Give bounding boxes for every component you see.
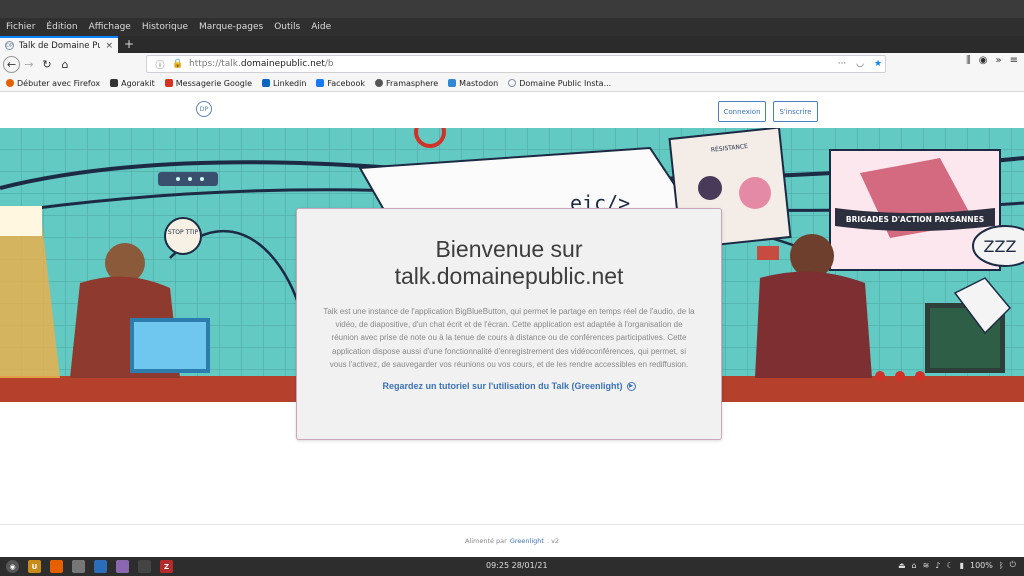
page-actions-icon[interactable]: ··· xyxy=(835,59,849,69)
signup-button[interactable]: S'inscrire xyxy=(773,101,818,122)
footer-version: . v2 xyxy=(546,537,560,545)
login-button[interactable]: Connexion xyxy=(718,101,766,122)
site-logo[interactable]: DP xyxy=(196,101,212,117)
navigation-bar: ← → ↻ ⌂ ⓘ 🔒 https://talk.domainepublic.n… xyxy=(0,53,1024,75)
play-circle-icon[interactable]: ▶ xyxy=(626,381,636,391)
bookmark-firefox[interactable]: Débuter avec Firefox xyxy=(6,79,100,88)
library-icon[interactable]: ⫼ xyxy=(966,55,971,66)
url-bar[interactable]: ⓘ 🔒 https://talk.domainepublic.net/b ···… xyxy=(146,55,886,73)
linkedin-icon xyxy=(262,79,270,87)
welcome-card: Bienvenue sur talk.domainepublic.net Tal… xyxy=(296,208,722,440)
greenlight-link[interactable]: Greenlight xyxy=(510,537,544,545)
menu-affichage[interactable]: Affichage xyxy=(89,22,131,32)
reload-icon[interactable]: ↻ xyxy=(38,55,56,73)
hamburger-menu-icon[interactable]: ≡ xyxy=(1010,55,1018,66)
bookmark-agorakit[interactable]: Agorakit xyxy=(110,79,155,88)
eject-icon[interactable]: ⏏ xyxy=(898,561,906,570)
wifi-icon[interactable]: ≋ xyxy=(923,561,930,570)
new-tab-icon[interactable]: + xyxy=(124,36,134,53)
welcome-description: Talk est une instance de l'application B… xyxy=(323,307,695,369)
zzz-bubble: ZZZ xyxy=(984,237,1017,256)
tab-title: Talk de Domaine Public xyxy=(19,40,101,51)
browser-menubar: Fichier Édition Affichage Historique Mar… xyxy=(0,18,1024,36)
volume-icon[interactable]: ♪ xyxy=(935,561,940,570)
battery-icon[interactable]: ▮ xyxy=(960,561,964,570)
account-icon[interactable]: ◉ xyxy=(979,55,988,66)
system-tray: ⏏ ⌂ ≋ ♪ ☾ ▮ 100% ᛒ ⏻ xyxy=(898,560,1016,570)
tab-bar: DP Talk de Domaine Public × + xyxy=(0,36,1024,53)
ubuntu-icon[interactable]: U xyxy=(28,560,41,573)
forward-icon[interactable]: → xyxy=(20,55,38,73)
stop-ttip-sign: STOP TTIP xyxy=(168,229,199,236)
os-top-strip xyxy=(0,0,1024,18)
system-clock[interactable]: 09:25 28/01/21 xyxy=(486,561,548,570)
site-footer: Alimenté par Greenlight . v2 xyxy=(0,524,1024,557)
home-icon[interactable]: ⌂ xyxy=(56,55,74,73)
filezilla-icon[interactable]: Z xyxy=(160,560,173,573)
battery-level: 100% xyxy=(969,560,993,570)
bookmark-gmail[interactable]: Messagerie Google xyxy=(164,79,252,88)
agorakit-icon xyxy=(110,79,119,87)
menu-marque-pages[interactable]: Marque-pages xyxy=(199,22,263,32)
files-icon[interactable] xyxy=(72,560,85,573)
globe-icon xyxy=(508,79,517,87)
gmail-icon xyxy=(164,79,173,87)
menu-edition[interactable]: Édition xyxy=(46,22,77,32)
mastodon-icon xyxy=(448,79,457,87)
brigades-banner: BRIGADES D'ACTION PAYSANNES xyxy=(846,215,984,224)
welcome-title-line1: Bienvenue sur xyxy=(435,236,583,262)
facebook-icon xyxy=(316,79,325,87)
power-icon[interactable]: ⏻ xyxy=(1010,560,1016,570)
tab-talk[interactable]: DP Talk de Domaine Public × xyxy=(0,36,118,53)
browser-icon[interactable] xyxy=(138,560,151,573)
bookmark-framasphere[interactable]: Framasphere xyxy=(374,79,438,88)
os-taskbar: ◉ U Z 09:25 28/01/21 ⏏ ⌂ ≋ ♪ ☾ ▮ 100% ᛒ … xyxy=(0,557,1024,576)
text-editor-icon[interactable] xyxy=(94,560,107,573)
url-text[interactable]: https://talk.domainepublic.net/b xyxy=(189,59,831,69)
night-mode-icon[interactable]: ☾ xyxy=(946,561,953,570)
document-icon[interactable] xyxy=(116,560,129,573)
menu-historique[interactable]: Historique xyxy=(142,22,188,32)
close-icon[interactable]: × xyxy=(105,41,113,51)
back-icon[interactable]: ← xyxy=(3,55,20,73)
overflow-icon[interactable]: » xyxy=(995,55,1001,66)
bluetooth-icon[interactable]: ᛒ xyxy=(999,561,1004,570)
footer-powered-by: Alimenté par xyxy=(464,537,507,545)
bookmark-facebook[interactable]: Facebook xyxy=(316,79,365,88)
bookmark-linkedin[interactable]: Linkedin xyxy=(262,79,306,88)
firefox-taskbar-icon[interactable] xyxy=(50,560,63,573)
tutorial-link[interactable]: Regardez un tutoriel sur l'utilisation d… xyxy=(297,381,721,391)
menu-fichier[interactable]: Fichier xyxy=(6,22,35,32)
tutorial-link-label[interactable]: Regardez un tutoriel sur l'utilisation d… xyxy=(383,381,623,391)
bookmark-mastodon[interactable]: Mastodon xyxy=(448,79,498,88)
toolbar-right: ⫼ ◉ » ≡ xyxy=(966,55,1018,66)
pocket-icon[interactable]: ◡ xyxy=(853,59,867,69)
bookmark-domaine-public[interactable]: Domaine Public Insta... xyxy=(508,79,611,88)
menu-aide[interactable]: Aide xyxy=(311,22,331,32)
info-icon[interactable]: ⓘ xyxy=(153,58,167,71)
firefox-icon xyxy=(6,79,14,87)
tab-favicon: DP xyxy=(5,41,14,50)
framasphere-icon xyxy=(374,79,383,87)
site-header: DP Connexion S'inscrire xyxy=(0,92,1024,128)
lock-icon[interactable]: 🔒 xyxy=(171,59,185,69)
app-menu-icon[interactable]: ◉ xyxy=(6,560,19,573)
welcome-title-line2: talk.domainepublic.net xyxy=(394,263,624,289)
bookmark-star-icon[interactable]: ★ xyxy=(871,59,885,69)
menu-outils[interactable]: Outils xyxy=(274,22,300,32)
bookmarks-bar: Débuter avec Firefox Agorakit Messagerie… xyxy=(0,75,1024,92)
home-folder-icon[interactable]: ⌂ xyxy=(912,561,917,570)
